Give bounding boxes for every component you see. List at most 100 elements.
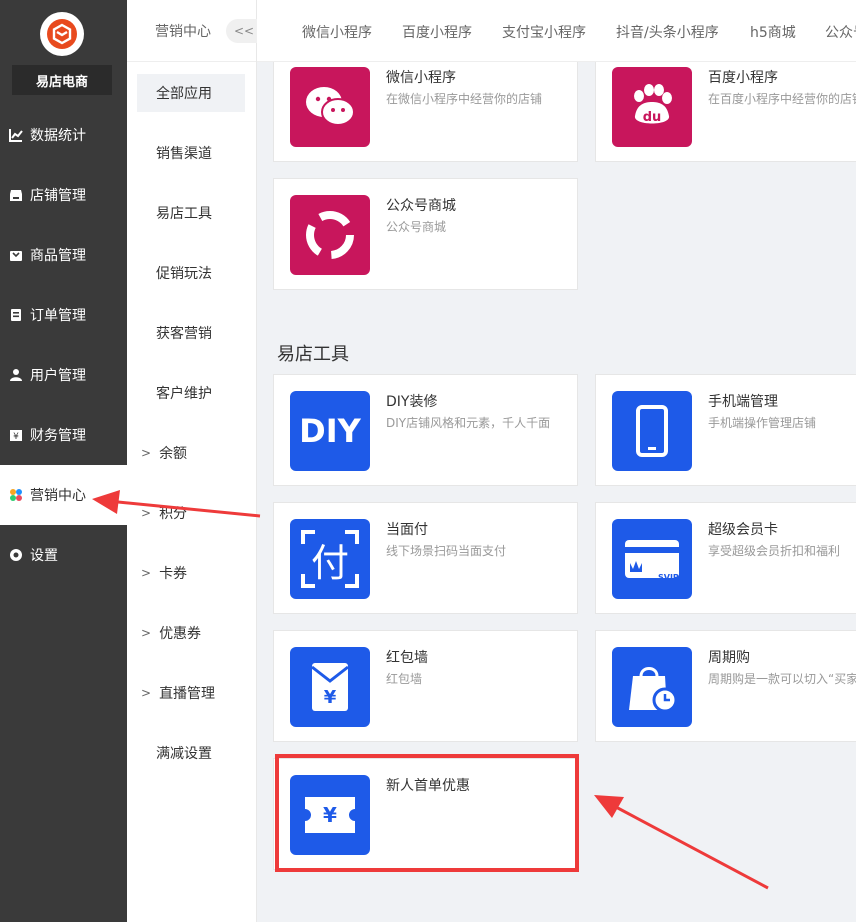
chevron-right-icon: >: [141, 686, 152, 700]
tab-baidu[interactable]: 百度小程序: [402, 22, 472, 42]
app-card-desc: 红包墙: [386, 672, 423, 686]
section-title-tools: 易店工具: [277, 344, 349, 365]
subnav-item-all-apps[interactable]: 全部应用: [137, 74, 245, 112]
sidebar-item-settings[interactable]: 设置: [0, 525, 127, 585]
tab-wechat[interactable]: 微信小程序: [302, 22, 372, 42]
subnav-item-acquisition[interactable]: 获客营销: [137, 314, 245, 352]
app-card-desc: 手机端操作管理店铺: [708, 416, 817, 430]
app-card-desc: 周期购是一款可以切入“买家: [708, 672, 856, 686]
app-card-desc: 公众号商城: [386, 220, 447, 234]
sidebar-item-label: 商品管理: [30, 248, 86, 264]
app-card-title: 超级会员卡: [708, 522, 778, 538]
sidebar-item-stats[interactable]: 数据统计: [0, 105, 127, 165]
app-card-desc: 在百度小程序中经营你的店铺: [708, 92, 856, 106]
app-card-face-pay[interactable]: 付 当面付 线下场景扫码当面支付: [273, 502, 578, 614]
tab-alipay[interactable]: 支付宝小程序: [502, 22, 586, 42]
goods-icon: [9, 248, 23, 262]
app-card-baidu[interactable]: du 百度小程序 在百度小程序中经营你的店铺: [595, 62, 856, 162]
diy-icon: DIY: [290, 391, 370, 471]
app-card-periodic[interactable]: 周期购 周期购是一款可以切入“买家: [595, 630, 856, 742]
user-icon: [9, 368, 23, 382]
subnav-item-label: 积分: [159, 506, 188, 522]
subnav-item-tools[interactable]: 易店工具: [137, 194, 245, 232]
subnav-item-label: 易店工具: [156, 206, 212, 222]
baidu-icon: du: [612, 67, 692, 147]
settings-icon: [9, 548, 23, 562]
subnav-item-live[interactable]: > 直播管理: [137, 674, 245, 712]
app-card-title: 微信小程序: [386, 70, 456, 86]
app-card-title: DIY装修: [386, 394, 438, 410]
highlight-box: [275, 754, 579, 872]
subnav-item-label: 全部应用: [156, 86, 212, 102]
red-envelope-icon: ¥: [290, 647, 370, 727]
channel-tabs: 微信小程序 百度小程序 支付宝小程序 抖音/头条小程序 h5商城 公众号: [257, 0, 856, 62]
brand-name: 易店电商: [12, 65, 112, 95]
app-card-title: 当面付: [386, 522, 428, 538]
sidebar-item-label: 财务管理: [30, 428, 86, 444]
subnav-item-label: 卡券: [159, 566, 188, 582]
tab-douyin[interactable]: 抖音/头条小程序: [616, 22, 719, 42]
marketing-icon: [9, 488, 23, 502]
sidebar-item-users[interactable]: 用户管理: [0, 345, 127, 405]
app-card-title: 周期购: [708, 650, 750, 666]
chart-icon: [9, 128, 23, 142]
app-list: 微信小程序 在微信小程序中经营你的店铺 du 百度小程序 在百度小程序中经营你的…: [257, 62, 856, 922]
logo-icon: [47, 19, 77, 49]
subnav-item-coupons[interactable]: > 优惠券: [137, 614, 245, 652]
sidebar-item-finance[interactable]: ¥ 财务管理: [0, 405, 127, 465]
sidebar-item-label: 营销中心: [30, 488, 86, 504]
svg-text:du: du: [643, 110, 662, 125]
subnav-item-full-reduction[interactable]: 满减设置: [137, 734, 245, 772]
app-card-diy[interactable]: DIY DIY装修 DIY店铺风格和元素，千人千面: [273, 374, 578, 486]
app-card-wechat[interactable]: 微信小程序 在微信小程序中经营你的店铺: [273, 62, 578, 162]
app-card-mobile[interactable]: 手机端管理 手机端操作管理店铺: [595, 374, 856, 486]
subnav-item-balance[interactable]: > 余额: [137, 434, 245, 472]
logo[interactable]: [40, 12, 84, 56]
chevron-right-icon: >: [141, 446, 152, 460]
sidebar-item-label: 订单管理: [30, 308, 86, 324]
app-card-official-account[interactable]: 公众号商城 公众号商城: [273, 178, 578, 290]
subnav-item-label: 优惠券: [159, 626, 202, 642]
app-card-title: 手机端管理: [708, 394, 778, 410]
pay-icon: 付: [290, 519, 370, 599]
app-card-title: 百度小程序: [708, 70, 778, 86]
svg-text:¥: ¥: [13, 432, 19, 442]
app-card-title: 公众号商城: [386, 198, 456, 214]
sidebar-item-marketing[interactable]: 营销中心: [0, 465, 127, 525]
subnav-item-vouchers[interactable]: > 卡券: [137, 554, 245, 592]
phone-icon: [612, 391, 692, 471]
tab-h5[interactable]: h5商城: [750, 22, 796, 42]
subnav-item-label: 促销玩法: [156, 266, 212, 282]
app-card-title: 红包墙: [386, 650, 428, 666]
sidebar-item-goods[interactable]: 商品管理: [0, 225, 127, 285]
sidebar-item-orders[interactable]: 订单管理: [0, 285, 127, 345]
svip-card-icon: SVIP: [612, 519, 692, 599]
app-card-desc: 享受超级会员折扣和福利: [708, 544, 841, 558]
chevron-right-icon: >: [141, 506, 152, 520]
app-card-svip[interactable]: SVIP 超级会员卡 享受超级会员折扣和福利: [595, 502, 856, 614]
subnav-item-retention[interactable]: 客户维护: [137, 374, 245, 412]
sidebar-item-store[interactable]: 店铺管理: [0, 165, 127, 225]
subnav-item-label: 客户维护: [156, 386, 212, 402]
official-account-icon: [290, 195, 370, 275]
tab-official-account[interactable]: 公众号: [825, 22, 856, 42]
wechat-icon: [290, 67, 370, 147]
order-icon: [9, 308, 23, 322]
periodic-purchase-icon: [612, 647, 692, 727]
finance-icon: ¥: [9, 428, 23, 442]
main-sidebar: 易店电商 数据统计 店铺管理 商品管理 订单管理 用户管理 ¥ 财务管理 营销中…: [0, 0, 127, 922]
subnav-item-label: 余额: [159, 446, 188, 462]
sidebar-item-label: 用户管理: [30, 368, 86, 384]
sub-sidebar: 营销中心 << 全部应用 销售渠道 易店工具 促销玩法 获客营销 客户维护 > 余…: [127, 0, 262, 922]
subnav-item-sales-channels[interactable]: 销售渠道: [137, 134, 245, 172]
subnav-item-promotions[interactable]: 促销玩法: [137, 254, 245, 292]
subnav-item-label: 获客营销: [156, 326, 212, 342]
subnav-item-points[interactable]: > 积分: [137, 494, 245, 532]
app-card-desc: 在微信小程序中经营你的店铺: [386, 92, 543, 106]
chevron-right-icon: >: [141, 626, 152, 640]
app-card-red-envelope[interactable]: ¥ 红包墙 红包墙: [273, 630, 578, 742]
sidebar-item-label: 数据统计: [30, 128, 86, 144]
subnav-item-label: 销售渠道: [156, 146, 212, 162]
sidebar-item-label: 设置: [30, 548, 58, 564]
app-card-desc: DIY店铺风格和元素，千人千面: [386, 416, 551, 430]
